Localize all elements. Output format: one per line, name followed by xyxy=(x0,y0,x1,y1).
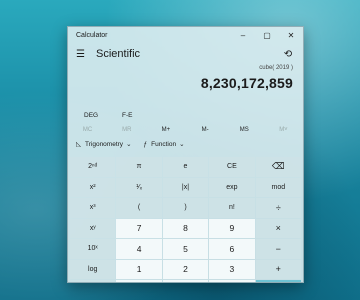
function-row: ◺ Trigonometry ⌄ ƒ Function ⌄ xyxy=(68,137,303,151)
digit-6-button[interactable]: 6 xyxy=(209,239,255,259)
function-label: Function xyxy=(151,140,177,148)
keypad: 2ⁿᵈ π e CE ⌫ x² ¹⁄ₓ |x| exp mod x³ ( ) n… xyxy=(68,155,303,282)
memory-subtract-button[interactable]: M- xyxy=(186,127,225,133)
pi-button[interactable]: π xyxy=(116,157,162,177)
mode-title: Scientific xyxy=(96,48,141,60)
chevron-down-icon: ⌄ xyxy=(126,141,132,148)
digit-2-button[interactable]: 2 xyxy=(162,259,209,279)
window-title: Calculator xyxy=(76,31,108,39)
result-display: 8,230,172,859 xyxy=(200,75,293,91)
history-icon[interactable]: ⟲ xyxy=(281,47,295,61)
mod-button[interactable]: mod xyxy=(255,177,301,197)
memory-store-button[interactable]: MS xyxy=(225,127,264,133)
title-bar: Calculator – ▢ ✕ xyxy=(68,27,303,43)
exp-button[interactable]: exp xyxy=(209,177,255,197)
calculator-window: Calculator – ▢ ✕ ☰ Scientific ⟲ cube( 20… xyxy=(67,26,304,283)
angle-mode-button[interactable]: DEG xyxy=(74,112,112,119)
square-button[interactable]: x² xyxy=(70,177,116,197)
trigonometry-label: Trigonometry xyxy=(85,140,124,148)
function-dropdown[interactable]: ƒ Function ⌄ xyxy=(143,140,185,149)
memory-add-button[interactable]: M+ xyxy=(146,127,185,133)
equals-button[interactable]: = xyxy=(255,280,301,282)
digit-8-button[interactable]: 8 xyxy=(162,218,209,238)
close-paren-button[interactable]: ) xyxy=(162,198,209,218)
decimal-button[interactable]: . xyxy=(209,280,255,282)
open-paren-button[interactable]: ( xyxy=(116,198,162,218)
memory-recall-button[interactable]: MR xyxy=(107,127,146,133)
absolute-button[interactable]: |x| xyxy=(162,177,209,197)
negate-button[interactable]: ⁺⁄₋ xyxy=(116,280,162,282)
close-button[interactable]: ✕ xyxy=(279,27,303,43)
trigonometry-dropdown[interactable]: ◺ Trigonometry ⌄ xyxy=(76,140,132,149)
menu-icon[interactable]: ☰ xyxy=(76,49,88,60)
ten-power-button[interactable]: 10ˣ xyxy=(70,239,116,259)
digit-0-button[interactable]: 0 xyxy=(162,280,209,282)
backspace-button[interactable]: ⌫ xyxy=(255,157,301,177)
euler-button[interactable]: e xyxy=(162,157,209,177)
clear-entry-button[interactable]: CE xyxy=(209,157,255,177)
log-button[interactable]: log xyxy=(70,259,116,279)
digit-5-button[interactable]: 5 xyxy=(162,239,209,259)
digit-3-button[interactable]: 3 xyxy=(209,259,255,279)
fe-button[interactable]: F-E xyxy=(112,112,150,119)
memory-row: MC MR M+ M- MS M˅ xyxy=(68,123,303,137)
memory-clear-button[interactable]: MC xyxy=(68,127,107,133)
divide-button[interactable]: ÷ xyxy=(255,198,301,218)
maximize-button[interactable]: ▢ xyxy=(255,27,279,43)
digit-9-button[interactable]: 9 xyxy=(209,218,255,238)
ln-button[interactable]: ln xyxy=(70,280,116,282)
digit-4-button[interactable]: 4 xyxy=(116,239,162,259)
add-button[interactable]: + xyxy=(255,259,301,279)
minimize-button[interactable]: – xyxy=(231,27,255,43)
chevron-down-icon: ⌄ xyxy=(179,141,185,148)
triangle-icon: ◺ xyxy=(76,141,81,148)
reciprocal-button[interactable]: ¹⁄ₓ xyxy=(116,177,162,197)
cube-button[interactable]: x³ xyxy=(70,198,116,218)
digit-7-button[interactable]: 7 xyxy=(116,218,162,238)
function-icon: ƒ xyxy=(143,140,148,148)
expression-display: cube( 2019 ) xyxy=(259,65,293,71)
multiply-button[interactable]: × xyxy=(255,218,301,238)
second-button[interactable]: 2ⁿᵈ xyxy=(70,157,116,177)
digit-1-button[interactable]: 1 xyxy=(116,259,162,279)
power-button[interactable]: xʸ xyxy=(70,218,116,238)
app-header: ☰ Scientific ⟲ xyxy=(68,43,303,65)
memory-list-button[interactable]: M˅ xyxy=(264,127,303,133)
subtract-button[interactable]: − xyxy=(255,239,301,259)
factorial-button[interactable]: n! xyxy=(209,198,255,218)
mode-toggles: DEG F-E xyxy=(68,107,303,123)
